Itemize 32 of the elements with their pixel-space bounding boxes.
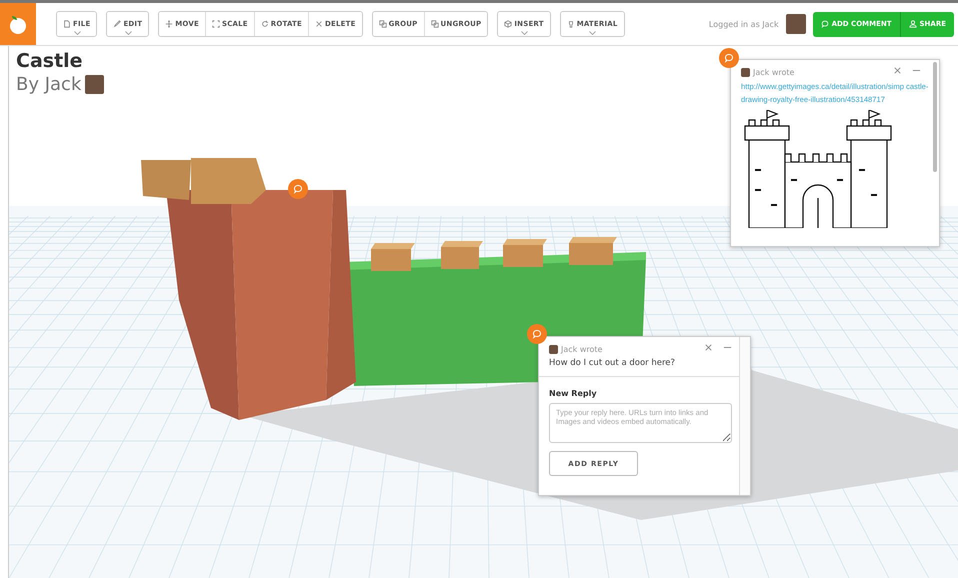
- scrollbar[interactable]: [933, 62, 937, 172]
- person-icon: [908, 20, 916, 28]
- comment-text: How do I cut out a door here?: [549, 358, 676, 368]
- squares-icon: [430, 20, 438, 28]
- comment-pin-icon[interactable]: [288, 179, 308, 199]
- chat-icon: [820, 20, 829, 28]
- avatar-placeholder: [549, 345, 558, 354]
- move-icon: [165, 20, 174, 28]
- login-status: Logged in as Jack: [708, 20, 779, 28]
- expand-icon: [212, 20, 220, 28]
- logo-icon[interactable]: [0, 3, 36, 45]
- avatar-placeholder[interactable]: [786, 14, 806, 34]
- pencil-icon: [113, 20, 122, 28]
- document-icon: [63, 20, 71, 28]
- squares-icon: [378, 20, 387, 28]
- cube-icon: [504, 20, 512, 28]
- comment-pin-icon[interactable]: [719, 48, 739, 68]
- avatar-placeholder: [741, 68, 750, 77]
- model-title: Castle: [16, 50, 84, 72]
- rotate-icon: [260, 20, 269, 28]
- scrollbar-track[interactable]: [739, 337, 750, 495]
- author-byline: By Jack: [16, 74, 82, 95]
- avatar-placeholder: [85, 75, 104, 94]
- close-button[interactable]: [893, 66, 902, 75]
- close-icon: [893, 66, 902, 75]
- paint-icon: [566, 20, 575, 28]
- close-icon: [315, 20, 323, 28]
- reply-label: New Reply: [549, 389, 598, 398]
- close-button[interactable]: [704, 343, 713, 352]
- comment-author: Jack wrote: [753, 68, 794, 77]
- comment-author: Jack wrote: [561, 345, 602, 354]
- close-icon: [704, 343, 713, 352]
